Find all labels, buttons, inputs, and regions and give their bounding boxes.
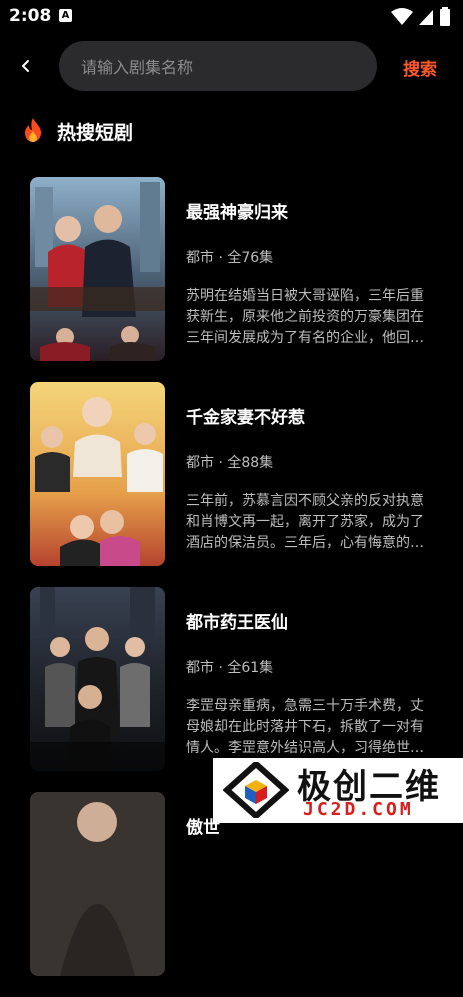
poster-image[interactable] [30, 792, 165, 976]
watermark-url: JC2D.COM [303, 799, 414, 820]
status-time: 2:08 [9, 6, 52, 26]
cellular-icon [418, 9, 433, 25]
drama-list: 最强神豪归来 都市 · 全76集 苏明在结婚当日被大哥诬陷，三年后重获新生，原来… [30, 177, 440, 997]
item-title[interactable]: 最强神豪归来 [186, 198, 288, 223]
notification-icon: A [59, 9, 72, 22]
item-meta: 都市 · 全76集 [186, 250, 274, 266]
item-title[interactable]: 都市药王医仙 [186, 608, 288, 633]
search-button[interactable]: 搜索 [403, 55, 437, 80]
system-icons [390, 6, 451, 27]
fire-icon [25, 118, 41, 142]
status-bar: 2:08 A [0, 0, 463, 34]
list-item[interactable]: 都市药王医仙 都市 · 全61集 李罡母亲重病，急需三十万手术费，丈母娘却在此时… [30, 587, 440, 772]
search-bar: 搜索 [0, 41, 463, 93]
poster-image[interactable] [30, 177, 165, 361]
item-meta: 都市 · 全88集 [186, 455, 274, 471]
item-description: 李罡母亲重病，急需三十万手术费，丈母娘却在此时落井下石，拆散了一对有情人。李罡意… [186, 698, 424, 756]
item-description: 苏明在结婚当日被大哥诬陷，三年后重获新生，原来他之前投资的万豪集团在三年间发展成… [186, 288, 424, 346]
wifi-icon [390, 7, 413, 25]
search-input[interactable] [79, 41, 363, 93]
item-meta: 都市 · 全61集 [186, 660, 274, 676]
cube-logo-icon [223, 762, 289, 818]
item-description: 三年前，苏慕言因不顾父亲的反对执意和肖博文再一起，离开了苏家，成为了酒店的保洁员… [186, 493, 424, 551]
battery-icon [440, 6, 450, 26]
list-item[interactable]: 千金家妻不好惹 都市 · 全88集 三年前，苏慕言因不顾父亲的反对执意和肖博文再… [30, 382, 440, 567]
list-item[interactable]: 最强神豪归来 都市 · 全76集 苏明在结婚当日被大哥诬陷，三年后重获新生，原来… [30, 177, 440, 362]
poster-image[interactable] [30, 587, 165, 771]
back-arrow-icon[interactable] [14, 54, 38, 78]
section-title: 热搜短剧 [57, 122, 134, 144]
item-title[interactable]: 千金家妻不好惹 [186, 403, 305, 428]
watermark-logo: 极创二维 JC2D.COM [213, 758, 463, 823]
search-input-container[interactable] [59, 41, 377, 93]
poster-image[interactable] [30, 382, 165, 566]
